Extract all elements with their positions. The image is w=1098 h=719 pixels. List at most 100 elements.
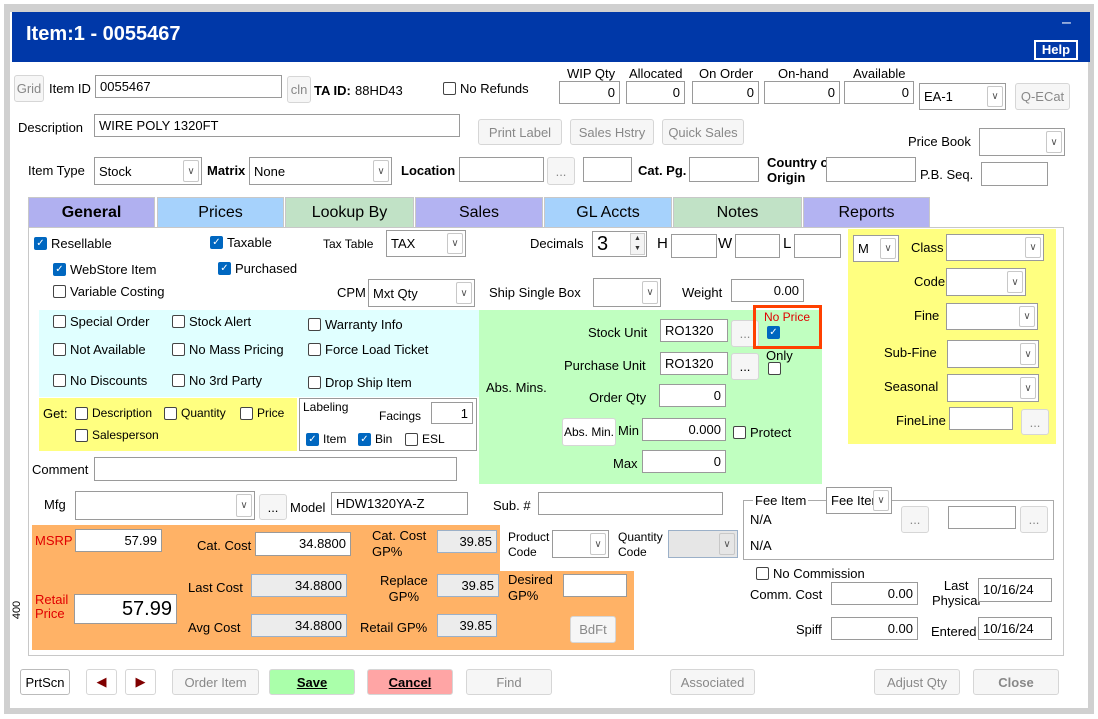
cpm-select[interactable]: Mxt Qty ∨	[368, 279, 475, 307]
available-input[interactable]: 0	[844, 81, 914, 104]
sub-fine-select[interactable]: ∨	[947, 340, 1039, 368]
next-button[interactable]: ▶	[125, 669, 156, 695]
last-physical-input[interactable]: 10/16/24	[978, 578, 1052, 602]
order-item-button[interactable]: Order Item	[172, 669, 259, 695]
wip-qty-input[interactable]: 0	[559, 81, 620, 104]
find-button[interactable]: Find	[466, 669, 552, 695]
resellable-checkbox[interactable]: ✓ Resellable	[34, 236, 112, 251]
purchase-unit-input[interactable]: RO1320	[660, 352, 728, 375]
no-refunds-checkbox[interactable]: No Refunds	[443, 81, 529, 96]
height-input[interactable]	[671, 234, 717, 258]
grid-button[interactable]: Grid	[14, 75, 44, 102]
label-item-checkbox[interactable]: ✓ Item	[306, 432, 346, 446]
spiff-input[interactable]: 0.00	[831, 617, 918, 640]
min-input[interactable]: 0.000	[642, 418, 726, 441]
previous-button[interactable]: ◀	[86, 669, 117, 695]
width-input[interactable]	[735, 234, 780, 258]
weight-input[interactable]: 0.00	[731, 279, 804, 302]
adjust-qty-button[interactable]: Adjust Qty	[874, 669, 960, 695]
fineline-browse-button[interactable]: ...	[1021, 409, 1049, 435]
q-ecat-button[interactable]: Q-ECat	[1015, 83, 1070, 110]
entered-input[interactable]: 10/16/24	[978, 617, 1052, 640]
tab-general[interactable]: General	[28, 197, 155, 227]
pb-seq-input[interactable]	[981, 162, 1048, 186]
desired-gp-input[interactable]	[563, 574, 627, 597]
tab-prices[interactable]: Prices	[157, 197, 284, 227]
only-checkbox[interactable]	[768, 362, 781, 375]
protect-checkbox[interactable]: Protect	[733, 425, 791, 440]
product-code-select[interactable]: ∨	[552, 530, 609, 558]
get-price-checkbox[interactable]: Price	[240, 406, 284, 420]
on-order-input[interactable]: 0	[692, 81, 759, 104]
mfg-select[interactable]: ∨	[75, 491, 255, 520]
print-screen-button[interactable]: PrtScn	[20, 669, 70, 695]
description-input[interactable]: WIRE POLY 1320FT	[94, 114, 460, 137]
no-commission-checkbox[interactable]: No Commission	[756, 566, 865, 581]
minimize-button[interactable]: –	[1062, 14, 1071, 32]
close-button[interactable]: Close	[973, 669, 1059, 695]
sub-number-input[interactable]	[538, 492, 723, 515]
mfg-browse-button[interactable]: ...	[259, 494, 287, 520]
comment-input[interactable]	[94, 457, 457, 481]
country-input[interactable]	[826, 157, 916, 182]
stepper-arrows-icon[interactable]: ▲ ▼	[630, 233, 645, 255]
purchased-checkbox[interactable]: ✓ Purchased	[218, 261, 297, 276]
item-type-select[interactable]: Stock ∨	[94, 157, 202, 185]
get-quantity-checkbox[interactable]: Quantity	[164, 406, 226, 420]
cat-pg-input[interactable]	[689, 157, 759, 182]
item-id-input[interactable]: 0055467	[95, 75, 282, 98]
variable-costing-checkbox[interactable]: Variable Costing	[53, 284, 164, 299]
allocated-input[interactable]: 0	[626, 81, 685, 104]
tab-notes[interactable]: Notes	[673, 197, 802, 227]
code-select[interactable]: ∨	[946, 268, 1026, 296]
class-prefix-select[interactable]: M ∨	[853, 235, 899, 262]
taxable-checkbox[interactable]: ✓ Taxable	[210, 235, 272, 250]
fine-select[interactable]: ∨	[946, 303, 1038, 330]
fee-input[interactable]	[948, 506, 1016, 529]
stock-unit-input[interactable]: RO1320	[660, 319, 728, 342]
no-3rd-party-checkbox[interactable]: No 3rd Party	[172, 373, 262, 388]
force-load-ticket-checkbox[interactable]: Force Load Ticket	[308, 342, 428, 357]
save-button[interactable]: Save	[269, 669, 355, 695]
max-input[interactable]: 0	[642, 450, 726, 473]
label-bin-checkbox[interactable]: ✓ Bin	[358, 432, 392, 446]
seasonal-select[interactable]: ∨	[947, 374, 1039, 402]
not-available-checkbox[interactable]: Not Available	[53, 342, 146, 357]
quick-sales-button[interactable]: Quick Sales	[662, 119, 744, 145]
retail-price-input[interactable]: 57.99	[74, 594, 177, 624]
stock-alert-checkbox[interactable]: Stock Alert	[172, 314, 251, 329]
warranty-info-checkbox[interactable]: Warranty Info	[308, 317, 403, 332]
get-salesperson-checkbox[interactable]: Salesperson	[75, 428, 159, 442]
fee-browse-button[interactable]: ...	[901, 506, 929, 533]
print-label-button[interactable]: Print Label	[478, 119, 562, 145]
comm-cost-input[interactable]: 0.00	[831, 582, 918, 605]
special-order-checkbox[interactable]: Special Order	[53, 314, 149, 329]
tab-gl-accts[interactable]: GL Accts	[544, 197, 672, 227]
no-discounts-checkbox[interactable]: No Discounts	[53, 373, 147, 388]
label-esl-checkbox[interactable]: ESL	[405, 432, 445, 446]
fineline-input[interactable]	[949, 407, 1013, 430]
no-price-checkbox[interactable]: ✓	[767, 326, 780, 339]
purchase-unit-browse-button[interactable]: ...	[731, 353, 759, 380]
webstore-checkbox[interactable]: ✓ WebStore Item	[53, 262, 156, 277]
on-hand-input[interactable]: 0	[764, 81, 840, 104]
ship-single-box-select[interactable]: ∨	[593, 278, 661, 307]
get-description-checkbox[interactable]: Description	[75, 406, 152, 420]
cln-button[interactable]: cln	[287, 76, 311, 103]
cat-cost-input[interactable]: 34.8800	[255, 532, 351, 556]
tax-table-select[interactable]: TAX ∨	[386, 230, 466, 257]
location-browse-button[interactable]: ...	[547, 157, 575, 185]
associated-button[interactable]: Associated	[670, 669, 755, 695]
fee-browse-button-2[interactable]: ...	[1020, 506, 1048, 533]
matrix-select[interactable]: None ∨	[249, 157, 392, 185]
abs-min-button[interactable]: Abs. Min.	[562, 418, 616, 446]
location-input[interactable]	[459, 157, 544, 182]
class-select[interactable]: ∨	[946, 234, 1044, 261]
location-extra-input[interactable]	[583, 157, 632, 182]
order-qty-input[interactable]: 0	[659, 384, 726, 407]
sales-history-button[interactable]: Sales Hstry	[570, 119, 654, 145]
length-input[interactable]	[794, 234, 841, 258]
no-mass-pricing-checkbox[interactable]: No Mass Pricing	[172, 342, 284, 357]
help-button[interactable]: Help	[1034, 40, 1078, 60]
facings-input[interactable]: 1	[431, 402, 473, 424]
